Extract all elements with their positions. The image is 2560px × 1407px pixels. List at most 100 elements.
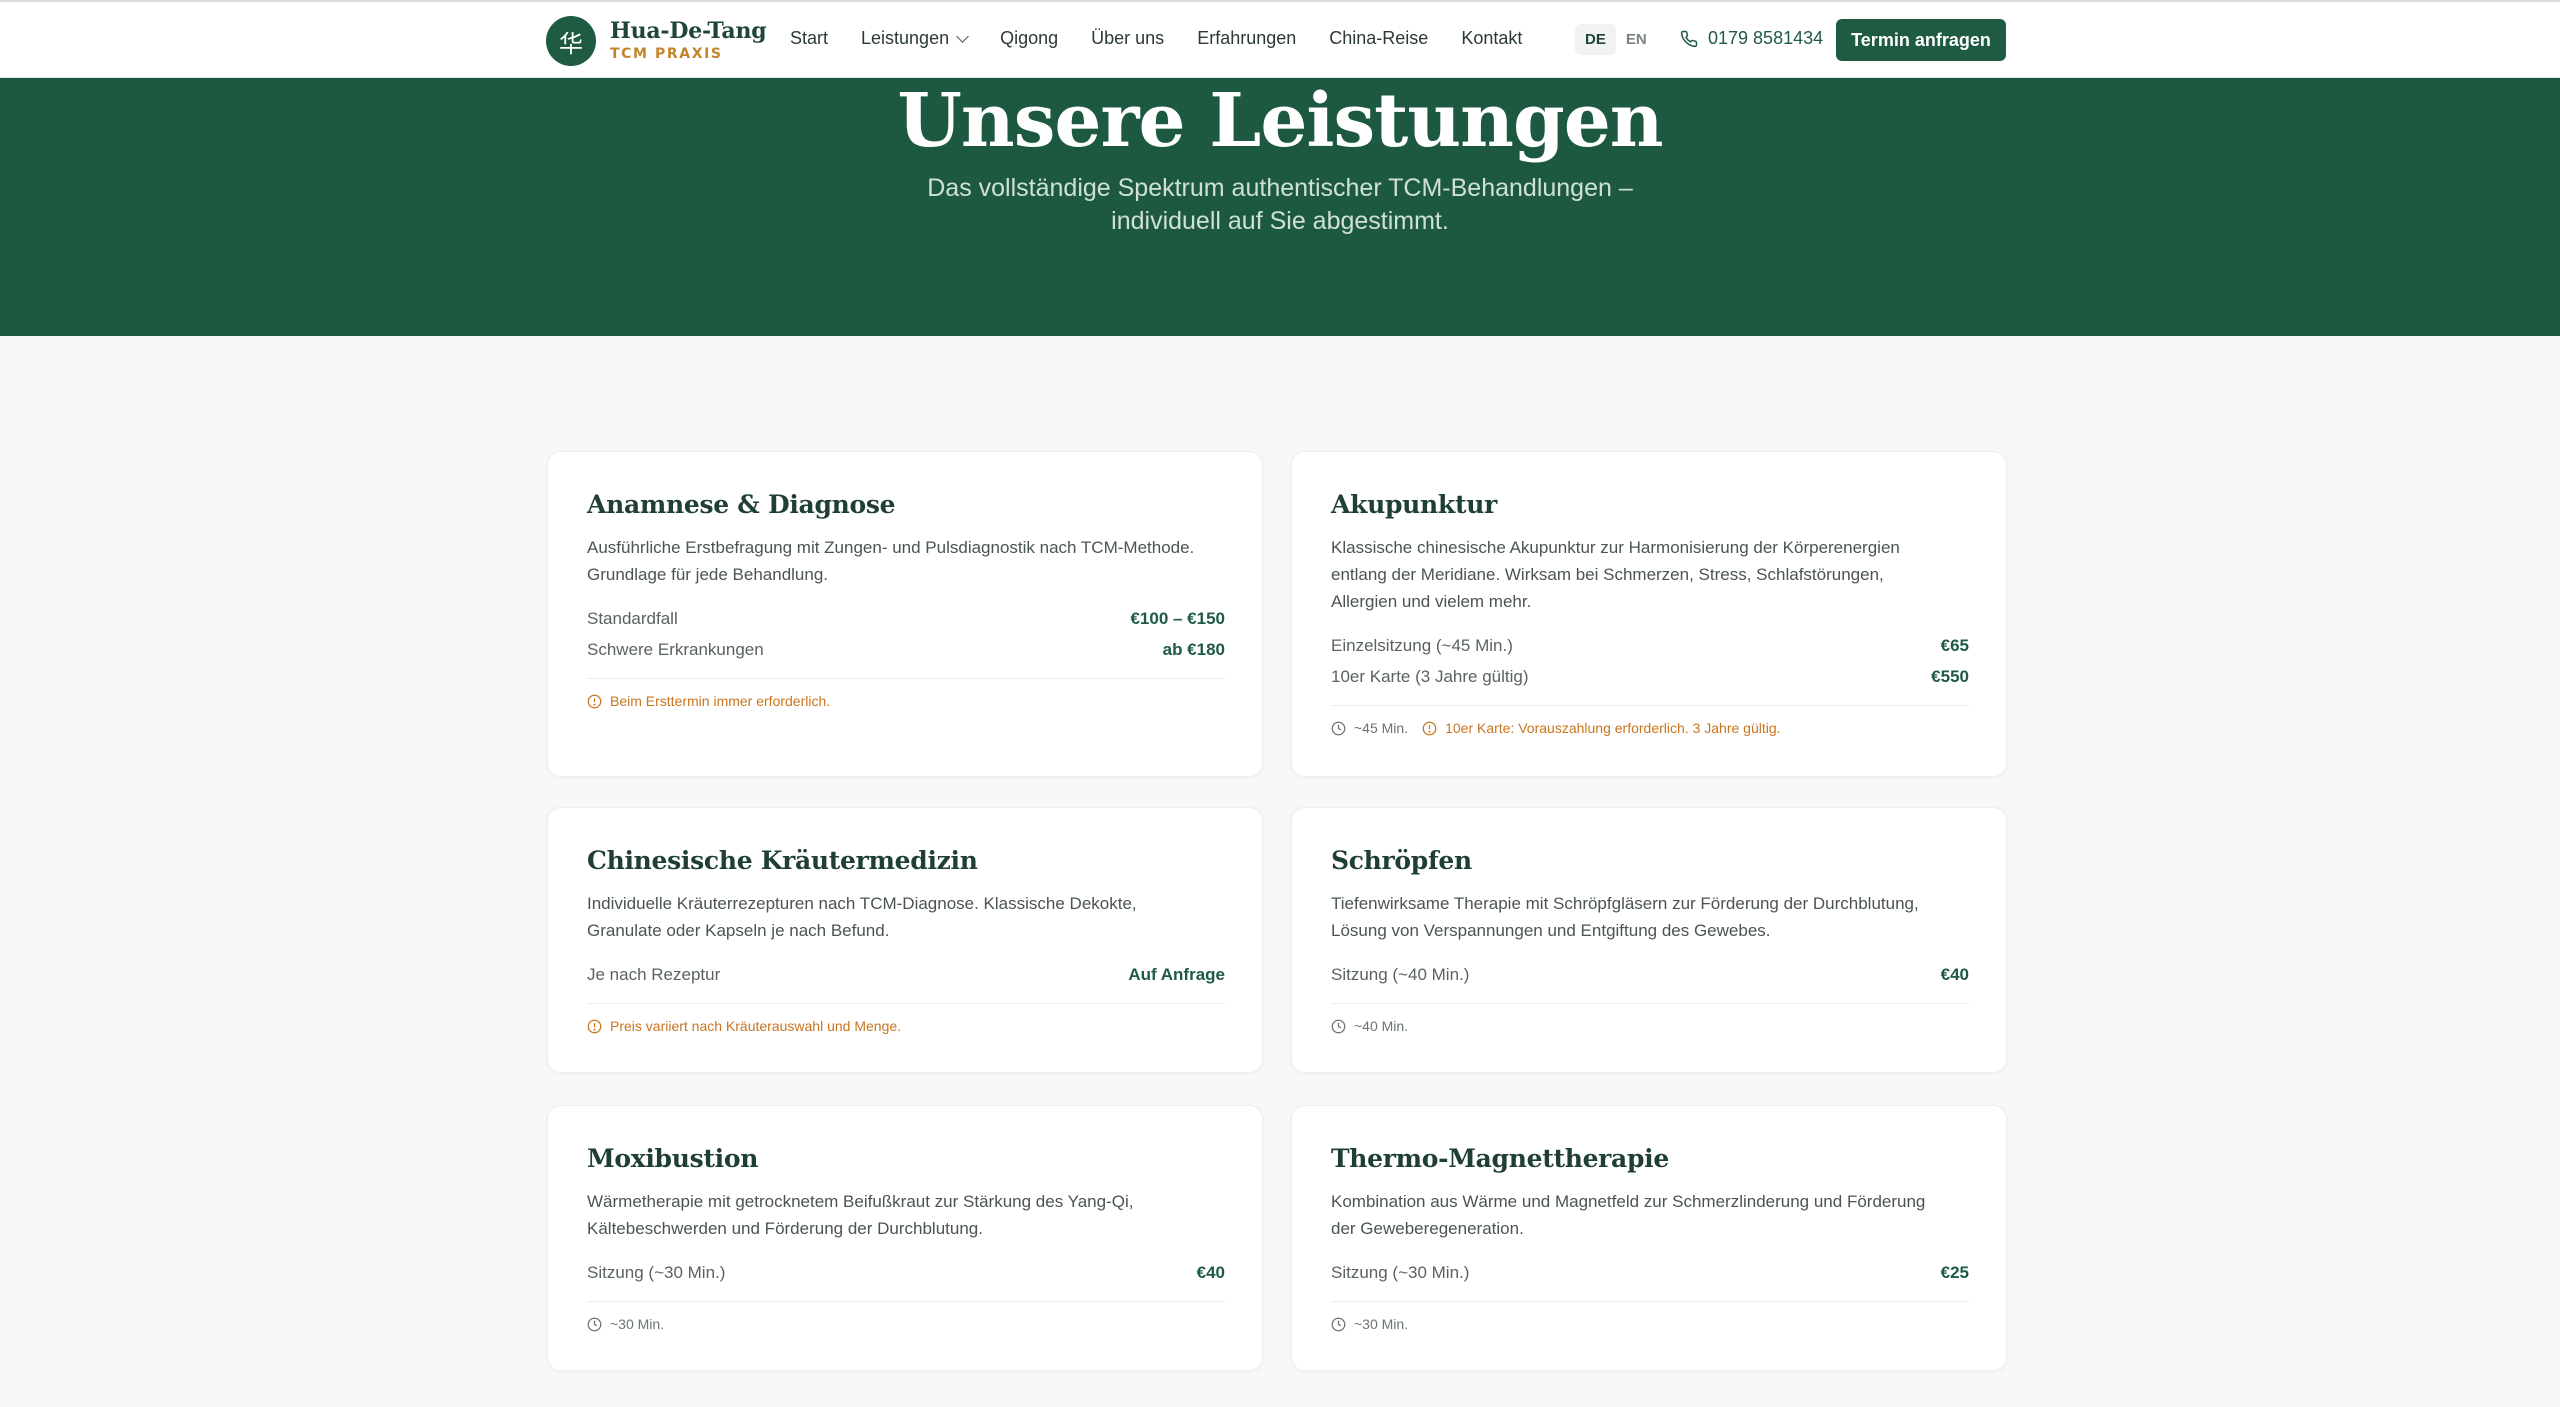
nav-link-leistungen[interactable]: Leistungen [861,28,969,49]
service-card-moxibustion: Moxibustion Wärmetherapie mit getrocknet… [547,1105,1263,1371]
service-note: ~30 Min. [587,1316,678,1332]
divider [587,678,1225,679]
price-label: Sitzung (~40 Min.) [1331,965,1470,984]
duration-note: ~30 Min. [1331,1316,1408,1332]
lang-de-button[interactable]: DE [1575,24,1616,55]
nav-link-kontakt[interactable]: Kontakt [1461,28,1522,49]
top-navigation: 华 Hua-De-Tang TCM PRAXIS Start Leistunge… [0,0,2560,78]
duration-text: ~30 Min. [610,1316,665,1332]
price-value: ab €180 [1162,640,1225,659]
price-row: Schwere Erkrankungen ab €180 [587,640,1225,660]
warning-note: Beim Ersttermin immer erforderlich. [587,693,830,709]
brand-name[interactable]: Hua-De-Tang [610,18,767,44]
service-description: Individuelle Kräuterrezepturen nach TCM-… [587,894,1137,940]
service-title: Akupunktur [1331,490,1497,519]
info-icon [1422,721,1437,735]
termin-anfragen-button[interactable]: Termin anfragen [1836,19,2006,61]
duration-text: ~45 Min. [1354,720,1409,736]
phone-link[interactable]: 0179 8581434 [1680,28,1823,49]
price-row: 10er Karte (3 Jahre gültig) €550 [1331,667,1969,687]
price-label: Standardfall [587,609,678,628]
warning-text: Preis variiert nach Kräuterauswahl und M… [610,1018,902,1034]
phone-number: 0179 8581434 [1708,28,1824,48]
language-switcher: DE EN [1575,24,1657,55]
price-label: 10er Karte (3 Jahre gültig) [1331,667,1529,686]
price-label: Je nach Rezeptur [587,965,721,984]
service-description: Tiefenwirksame Therapie mit Schröpfgläse… [1331,894,1919,940]
price-value: €40 [1940,965,1969,984]
price-value: €100 – €150 [1130,609,1225,628]
page-subtitle: Das vollständige Spektrum authentischer … [927,174,1633,235]
price-value: €65 [1940,636,1969,655]
price-row: Je nach Rezeptur Auf Anfrage [587,965,1225,985]
phone-icon [1680,30,1698,47]
service-card-kraeutermedizin: Chinesische Kräutermedizin Individuelle … [547,807,1263,1073]
service-note: ~45 Min. 10er Karte: Vorauszahlung erfor… [1331,720,1781,736]
service-card-anamnese: Anamnese & Diagnose Ausführliche Erstbef… [547,451,1263,777]
duration-text: ~40 Min. [1354,1018,1409,1034]
warning-text: Beim Ersttermin immer erforderlich. [610,693,831,709]
nav-link-qigong[interactable]: Qigong [1000,28,1058,49]
duration-note: ~40 Min. [1331,1018,1408,1034]
price-row: Sitzung (~30 Min.) €40 [587,1263,1225,1283]
page-title: Unsere Leistungen [897,78,1663,164]
nav-link-china-reise[interactable]: China-Reise [1329,28,1428,49]
lang-en-button[interactable]: EN [1616,24,1657,55]
info-icon [587,1019,602,1033]
brand-subtitle: TCM PRAXIS [610,46,723,62]
service-card-schroepfen: Schröpfen Tiefenwirksame Therapie mit Sc… [1291,807,2007,1073]
nav-link-ueber-uns[interactable]: Über uns [1091,28,1164,49]
warning-note: 10er Karte: Vorauszahlung erforderlich. … [1422,720,1781,736]
clock-icon [587,1317,602,1331]
price-row: Einzelsitzung (~45 Min.) €65 [1331,636,1969,656]
duration-text: ~30 Min. [1354,1316,1409,1332]
service-description: Ausführliche Erstbefragung mit Zungen- u… [587,538,1195,584]
service-card-thermo-magnettherapie: Thermo-Magnettherapie Kombination aus Wä… [1291,1105,2007,1371]
price-value: Auf Anfrage [1128,965,1225,984]
service-card-akupunktur: Akupunktur Klassische chinesische Akupun… [1291,451,2007,777]
nav-link-leistungen-label: Leistungen [861,28,950,48]
nav-links: Start Leistungen Qigong Über uns Erfahru… [790,28,1555,49]
divider [587,1003,1225,1004]
service-note: ~40 Min. [1331,1018,1422,1034]
divider [587,1301,1225,1302]
info-icon [587,694,602,708]
service-note: Beim Ersttermin immer erforderlich. [587,693,830,709]
warning-note: Preis variiert nach Kräuterauswahl und M… [587,1018,901,1034]
clock-icon [1331,721,1346,735]
price-label: Sitzung (~30 Min.) [587,1263,726,1282]
service-title: Thermo-Magnettherapie [1331,1144,1669,1173]
nav-link-start[interactable]: Start [790,28,828,49]
price-value: €40 [1196,1263,1225,1282]
service-note: Preis variiert nach Kräuterauswahl und M… [587,1018,901,1034]
service-description: Wärmetherapie mit getrocknetem Beifußkra… [587,1192,1134,1238]
clock-icon [1331,1317,1346,1331]
duration-note: ~45 Min. [1331,720,1408,736]
duration-note: ~30 Min. [587,1316,664,1332]
price-row: Sitzung (~40 Min.) €40 [1331,965,1969,985]
service-description: Kombination aus Wärme und Magnetfeld zur… [1331,1192,1926,1238]
price-label: Sitzung (~30 Min.) [1331,1263,1470,1282]
nav-inner: 华 Hua-De-Tang TCM PRAXIS Start Leistunge… [546,2,2006,78]
price-value: €25 [1940,1263,1969,1282]
service-title: Schröpfen [1331,846,1472,875]
divider [1331,705,1969,706]
price-label: Einzelsitzung (~45 Min.) [1331,636,1513,655]
service-title: Chinesische Kräutermedizin [587,846,978,875]
service-title: Anamnese & Diagnose [587,490,896,519]
service-description: Klassische chinesische Akupunktur zur Ha… [1331,538,1900,611]
chevron-down-icon [956,29,969,43]
divider [1331,1003,1969,1004]
service-title: Moxibustion [587,1144,759,1173]
price-row: Sitzung (~30 Min.) €25 [1331,1263,1969,1283]
price-value: €550 [1931,667,1969,686]
hero-banner: Unsere Leistungen Das vollständige Spekt… [0,78,2560,336]
nav-link-erfahrungen[interactable]: Erfahrungen [1197,28,1296,49]
price-row: Standardfall €100 – €150 [587,609,1225,629]
logo-icon[interactable]: 华 [546,16,596,66]
divider [1331,1301,1969,1302]
clock-icon [1331,1019,1346,1033]
warning-text: 10er Karte: Vorauszahlung erforderlich. … [1445,720,1781,736]
price-label: Schwere Erkrankungen [587,640,764,659]
service-note: ~30 Min. [1331,1316,1422,1332]
